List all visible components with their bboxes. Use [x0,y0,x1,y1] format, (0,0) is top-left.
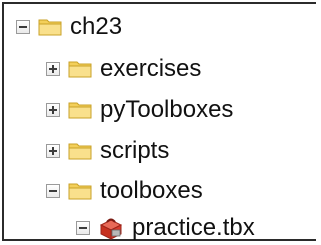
toolbox-icon [99,218,123,240]
tree-node-label: practice.tbx [132,214,255,241]
folder-icon [68,183,92,200]
collapse-toggle-toolboxes[interactable] [46,184,60,198]
collapse-toggle-practice-tbx[interactable] [76,221,90,235]
folder-icon [68,102,92,119]
tree-node-pytoolboxes[interactable]: pyToolboxes [46,93,233,127]
tree-node-label: exercises [100,55,202,82]
collapse-toggle-ch23[interactable] [16,20,30,34]
tree-node-practice-tbx[interactable]: practice.tbx [76,211,255,245]
expand-toggle-pytoolboxes[interactable] [46,103,60,117]
tree-node-scripts[interactable]: scripts [46,134,169,168]
tree-node-label: scripts [100,137,170,164]
tree-node-ch23[interactable]: ch23 [16,10,122,44]
tree-node-exercises[interactable]: exercises [46,52,201,86]
tree-node-label: pyToolboxes [100,96,234,123]
tree-node-label: toolboxes [100,177,203,204]
expand-toggle-scripts[interactable] [46,144,60,158]
folder-icon [68,61,92,78]
catalog-tree-panel: ch23 exercises pyToolboxes scripts toolb… [2,2,316,241]
tree-node-label: ch23 [70,13,123,40]
folder-icon [38,19,62,36]
tree-node-toolboxes[interactable]: toolboxes [46,174,203,208]
expand-toggle-exercises[interactable] [46,62,60,76]
folder-icon [68,143,92,160]
